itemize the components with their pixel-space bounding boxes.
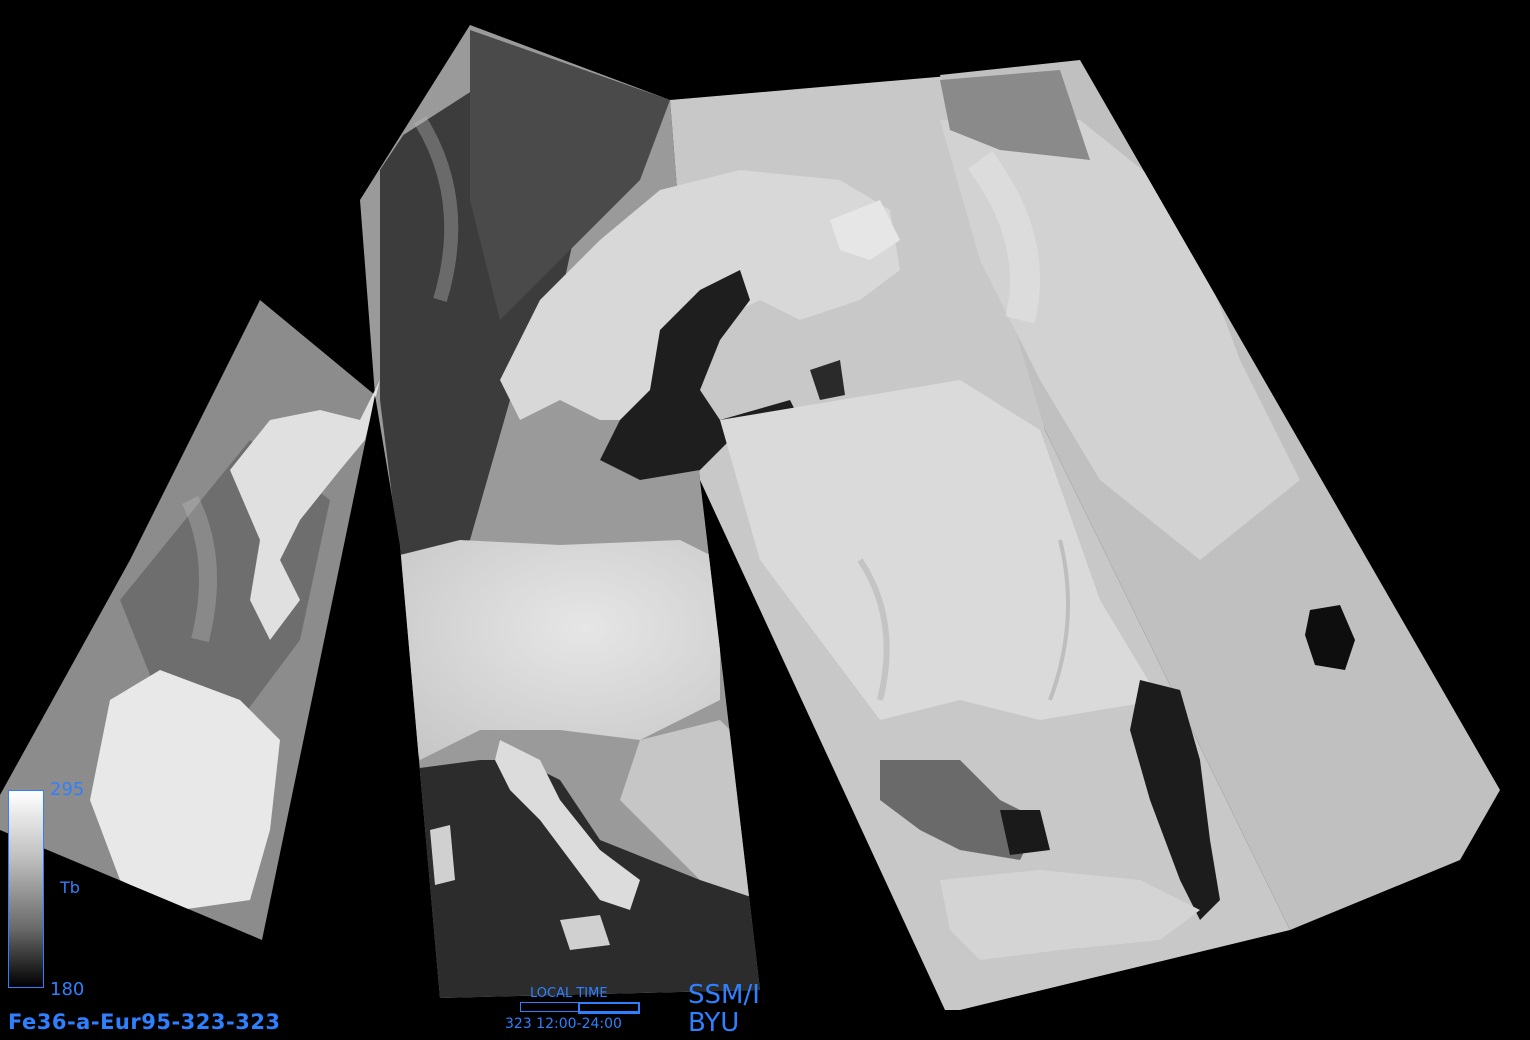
sensor-label: SSM/I [688,980,760,1010]
organization-label: BYU [688,1008,740,1038]
colorbar-max-label: 295 [50,779,85,800]
file-identifier: Fe36-a-Eur95-323-323 [8,1010,281,1034]
brightness-temperature-map [0,25,1500,1010]
local-time-fill [578,1002,640,1014]
temperature-colorbar [8,790,44,988]
local-time-label: LOCAL TIME [530,986,608,1001]
colorbar-min-label: 180 [50,979,85,1000]
local-time-value: 323 12:00-24:00 [505,1016,622,1032]
colorbar-variable-label: Tb [60,878,80,897]
